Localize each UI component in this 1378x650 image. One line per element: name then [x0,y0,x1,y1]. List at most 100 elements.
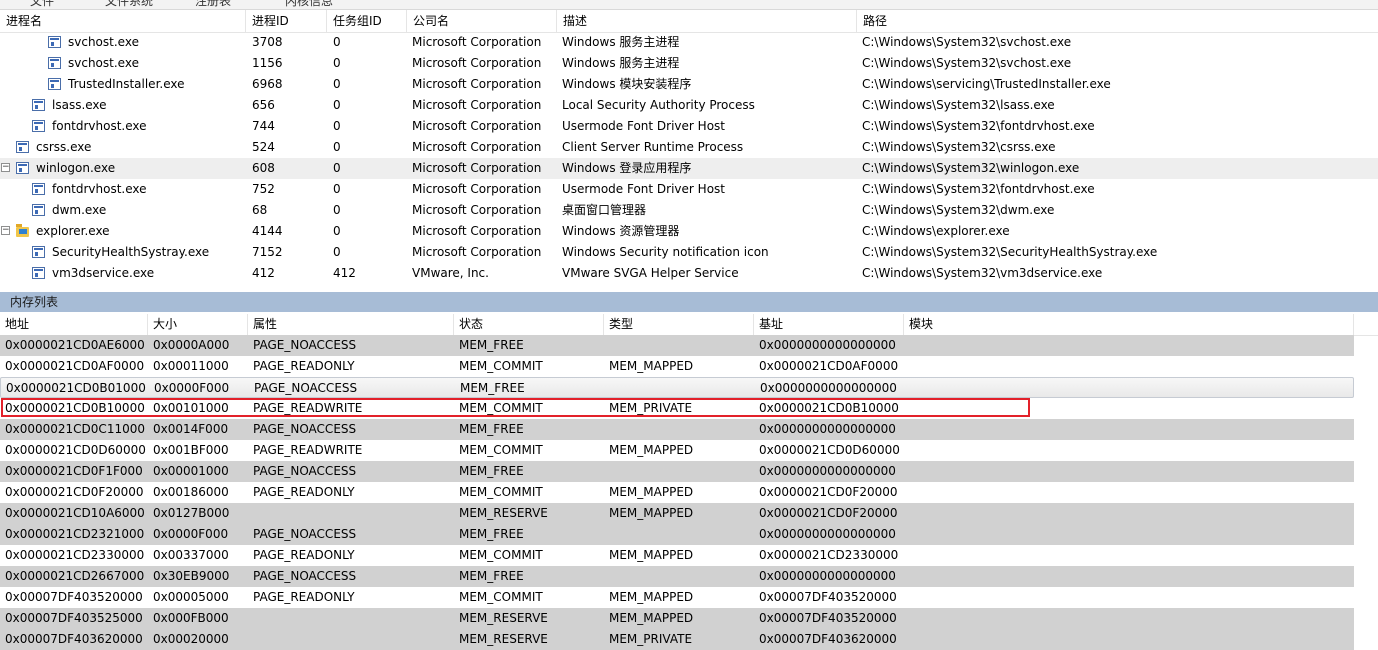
protection-cell: PAGE_READONLY [253,485,355,499]
process-id: 7152 [252,245,283,259]
process-row[interactable]: svchost.exe 3708 0 Microsoft Corporation Win… [0,32,1378,53]
column-header-tgid[interactable]: 任务组ID [327,10,407,32]
memory-row[interactable]: 0x0000021CD0B01000 0x0000F000 PAGE_NOACCES… [0,377,1354,398]
base-address-cell: 0x0000000000000000 [759,464,896,478]
process-window-icon [32,183,45,195]
process-path: C:\Windows\System32\lsass.exe [862,98,1055,112]
column-header-description[interactable]: 描述 [557,10,857,32]
column-header-state[interactable]: 状态 [454,314,604,335]
process-id: 6968 [252,77,283,91]
process-window-icon [16,141,29,153]
column-header-base[interactable]: 基址 [754,314,904,335]
memory-row[interactable]: 0x00007DF403620000 0x00020000 MEM_RESERVE M… [0,629,1354,650]
process-path: C:\Windows\System32\fontdrvhost.exe [862,119,1095,133]
menu-item-filesystem[interactable]: 文件系统 [105,0,153,9]
column-header-size[interactable]: 大小 [148,314,248,335]
memory-list-title: 内存列表 [0,292,1378,312]
process-name: svchost.exe [68,56,139,70]
collapse-minus-icon[interactable]: − [1,163,10,172]
type-cell: MEM_PRIVATE [609,632,693,646]
process-table-header: 进程名 进程ID 任务组ID 公司名 描述 路径 [0,10,1378,33]
menu-item-registry[interactable]: 注册表 [195,0,231,9]
description: Usermode Font Driver Host [562,119,725,133]
company-name: Microsoft Corporation [412,119,542,133]
size-cell: 0x00101000 [153,401,229,415]
menu-item-kernel[interactable]: 内核信息 [285,0,333,9]
column-header-protection[interactable]: 属性 [248,314,454,335]
memory-row[interactable]: 0x0000021CD0D60000 0x001BF000 PAGE_READWRI… [0,440,1354,461]
process-row[interactable]: svchost.exe 1156 0 Microsoft Corporation Win… [0,53,1378,74]
process-row[interactable]: dwm.exe 68 0 Microsoft Corporation 桌面窗口管理器 C:… [0,200,1378,221]
process-row[interactable]: vm3dservice.exe 412 412 VMware, Inc. VMware … [0,263,1378,284]
state-cell: MEM_FREE [459,464,524,478]
company-name: Microsoft Corporation [412,203,542,217]
memory-row[interactable]: 0x0000021CD0AE6000 0x0000A000 PAGE_NOACCES… [0,335,1354,356]
column-header-type[interactable]: 类型 [604,314,754,335]
state-cell: MEM_FREE [459,422,524,436]
collapse-minus-icon[interactable]: − [1,226,10,235]
process-row[interactable]: fontdrvhost.exe 744 0 Microsoft Corporation… [0,116,1378,137]
size-cell: 0x0127B000 [153,506,230,520]
memory-row[interactable]: 0x00007DF403525000 0x000FB000 MEM_RESERVE M… [0,608,1354,629]
type-cell: MEM_MAPPED [609,611,694,625]
state-cell: MEM_COMMIT [459,590,543,604]
process-row[interactable]: SecurityHealthSystray.exe 7152 0 Microsoft … [0,242,1378,263]
process-row[interactable]: csrss.exe 524 0 Microsoft Corporation Client… [0,137,1378,158]
base-address-cell: 0x0000000000000000 [759,338,896,352]
protection-cell: PAGE_NOACCESS [253,527,357,541]
column-header-address[interactable]: 地址 [0,314,148,335]
description: Usermode Font Driver Host [562,182,725,196]
memory-row[interactable]: 0x0000021CD2667000 0x30EB9000 PAGE_NOACCES… [0,566,1354,587]
description: Windows 服务主进程 [562,56,680,70]
address-cell: 0x0000021CD0B10000 [5,401,145,415]
type-cell: MEM_MAPPED [609,590,694,604]
memory-row[interactable]: 0x0000021CD10A6000 0x0127B000 MEM_RESERVE M… [0,503,1354,524]
protection-cell: PAGE_NOACCESS [253,422,357,436]
size-cell: 0x00005000 [153,590,229,604]
process-row[interactable]: TrustedInstaller.exe 6968 0 Microsoft Corpo… [0,74,1378,95]
process-row[interactable]: − winlogon.exe 608 0 Microsoft Corporation Wi… [0,158,1378,179]
task-group-id: 0 [333,140,341,154]
column-header-path[interactable]: 路径 [857,10,1378,32]
process-name: lsass.exe [52,98,107,112]
column-header-pid[interactable]: 进程ID [246,10,327,32]
process-row[interactable]: fontdrvhost.exe 752 0 Microsoft Corporation… [0,179,1378,200]
process-row[interactable]: − explorer.exe 4144 0 Microsoft Corporation W… [0,221,1378,242]
column-header-company[interactable]: 公司名 [407,10,557,32]
process-row[interactable]: lsass.exe 656 0 Microsoft Corporation Local … [0,95,1378,116]
memory-row[interactable]: 0x0000021CD2330000 0x00337000 PAGE_READONL… [0,545,1354,566]
size-cell: 0x001BF000 [153,443,229,457]
type-cell: MEM_MAPPED [609,506,694,520]
memory-row[interactable]: 0x0000021CD0AF0000 0x00011000 PAGE_READONL… [0,356,1354,377]
company-name: Microsoft Corporation [412,56,542,70]
company-name: Microsoft Corporation [412,77,542,91]
process-id: 752 [252,182,275,196]
size-cell: 0x00020000 [153,632,229,646]
memory-row[interactable]: 0x0000021CD2321000 0x0000F000 PAGE_NOACCES… [0,524,1354,545]
state-cell: MEM_RESERVE [459,506,548,520]
base-address-cell: 0x0000021CD0B10000 [759,401,899,415]
memory-row[interactable]: 0x0000021CD0F1F000 0x00001000 PAGE_NOACCES… [0,461,1354,482]
base-address-cell: 0x0000021CD0AF0000 [759,359,899,373]
menu-item-file[interactable]: 文件 [30,0,54,9]
process-path: C:\Windows\explorer.exe [862,224,1010,238]
memory-row[interactable]: 0x0000021CD0B10000 0x00101000 PAGE_READWRI… [0,398,1354,419]
company-name: Microsoft Corporation [412,245,542,259]
address-cell: 0x0000021CD0AE6000 [5,338,145,352]
column-header-process-name[interactable]: 进程名 [0,10,246,32]
protection-cell: PAGE_READONLY [253,548,355,562]
process-id: 68 [252,203,268,217]
memory-row[interactable]: 0x00007DF403520000 0x00005000 PAGE_READONL… [0,587,1354,608]
address-cell: 0x0000021CD10A6000 [5,506,145,520]
process-path: C:\Windows\System32\vm3dservice.exe [862,266,1103,280]
process-name: TrustedInstaller.exe [68,77,185,91]
memory-row[interactable]: 0x0000021CD0F20000 0x00186000 PAGE_READONL… [0,482,1354,503]
column-header-module[interactable]: 模块 [904,314,1354,335]
memory-row[interactable]: 0x0000021CD0C11000 0x0014F000 PAGE_NOACCES… [0,419,1354,440]
task-group-id: 0 [333,98,341,112]
process-id: 3708 [252,35,283,49]
description: Client Server Runtime Process [562,140,744,154]
process-tree: 进程名 进程ID 任务组ID 公司名 描述 路径 svchost.exe 3708… [0,10,1378,289]
process-window-icon [32,120,45,132]
task-group-id: 412 [333,266,356,280]
